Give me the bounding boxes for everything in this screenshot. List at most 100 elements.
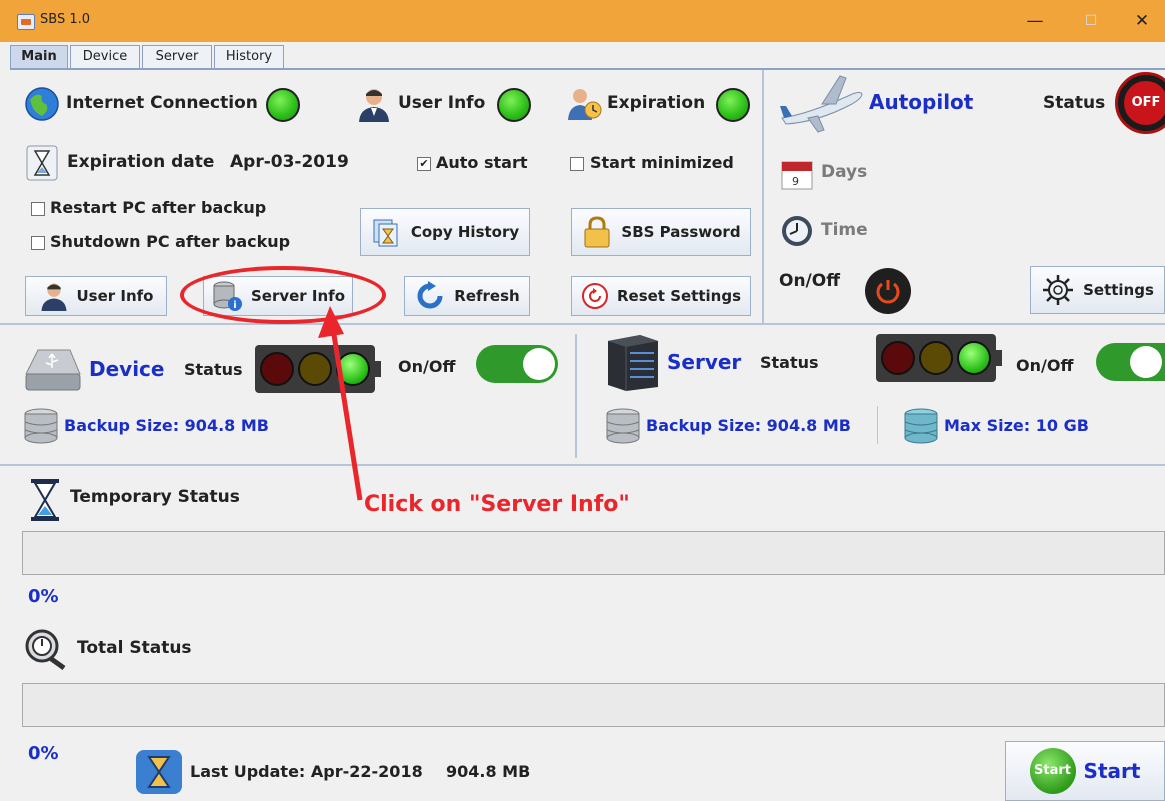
app-icon (17, 14, 35, 30)
device-backup-size: Backup Size: 904.8 MB (64, 416, 269, 435)
database-icon (24, 408, 58, 444)
internet-connection-led (266, 88, 300, 122)
internet-connection-label: Internet Connection (66, 93, 258, 113)
restart-pc-label: Restart PC after backup (50, 198, 267, 217)
settings-label: Settings (1083, 281, 1154, 299)
device-server-divider (575, 334, 577, 458)
copy-history-icon (373, 219, 398, 247)
days-label: Days (821, 162, 868, 182)
server-onoff-toggle[interactable] (1096, 343, 1165, 381)
temporary-status-progress-bar (22, 531, 1165, 575)
auto-start-label: Auto start (436, 153, 528, 172)
calendar-icon: 9 (781, 161, 813, 190)
hourglass-icon (31, 479, 59, 521)
server-onoff-label: On/Off (1016, 356, 1074, 375)
user-info-button[interactable]: User Info (25, 276, 167, 316)
autopilot-divider (762, 70, 764, 324)
device-title: Device (89, 357, 165, 381)
expiration-status-label: Expiration (607, 93, 706, 113)
device-red-light (260, 352, 294, 386)
copy-history-button[interactable]: Copy History (360, 208, 530, 256)
copy-history-label: Copy History (410, 223, 520, 241)
tab-device[interactable]: Device (70, 45, 140, 68)
title-bar: SBS 1.0 — ☐ ✕ (0, 0, 1165, 42)
shutdown-pc-checkbox[interactable] (31, 236, 45, 250)
last-update-size: 904.8 MB (446, 762, 531, 781)
server-backup-size: Backup Size: 904.8 MB (646, 416, 851, 435)
device-onoff-label: On/Off (398, 357, 456, 376)
start-icon: Start (1029, 748, 1076, 794)
window-title: SBS 1.0 (40, 12, 91, 27)
power-icon (876, 280, 900, 304)
svg-text:9: 9 (792, 175, 799, 188)
time-label: Time (821, 220, 868, 240)
hourglass-icon (26, 145, 58, 181)
refresh-label: Refresh (454, 287, 520, 305)
reset-icon (581, 283, 608, 309)
expiration-date-label: Expiration date (67, 152, 215, 172)
stopwatch-icon (25, 629, 66, 670)
user-info-button-label: User Info (76, 287, 154, 305)
power-button[interactable] (865, 268, 911, 314)
server-yellow-light (919, 341, 953, 375)
database-stack-icon (904, 408, 938, 444)
clock-icon (782, 216, 812, 246)
autopilot-onoff-label: On/Off (779, 271, 840, 291)
start-button[interactable]: Start Start (1005, 741, 1165, 801)
total-status-label: Total Status (77, 638, 192, 658)
temporary-status-percent: 0% (28, 586, 59, 607)
annotation-text: Click on "Server Info" (364, 492, 630, 517)
reset-settings-button[interactable]: Reset Settings (571, 276, 751, 316)
last-update-label: Last Update: Apr-22-2018 (190, 762, 423, 781)
server-traffic-light (876, 334, 1002, 382)
usb-drive-icon (25, 349, 81, 391)
tab-divider (10, 68, 1165, 70)
status-section-divider (0, 464, 1165, 466)
temporary-status-label: Temporary Status (70, 487, 240, 507)
server-title: Server (667, 350, 742, 374)
tab-server[interactable]: Server (142, 45, 212, 68)
start-label: Start (1083, 759, 1141, 783)
user-clock-icon (568, 89, 602, 120)
server-icon (608, 335, 658, 391)
server-red-light (881, 341, 915, 375)
start-minimized-label: Start minimized (590, 153, 734, 172)
user-info-led (497, 88, 531, 122)
size-divider (877, 406, 878, 444)
auto-start-checkbox[interactable]: ✔ (417, 157, 431, 171)
start-minimized-checkbox[interactable] (570, 157, 584, 171)
user-info-status-label: User Info (398, 93, 486, 113)
total-status-progress-bar (22, 683, 1165, 727)
device-status-label: Status (184, 360, 243, 379)
hourglass-icon (136, 750, 182, 794)
autopilot-status-label: Status (1043, 93, 1106, 113)
maximize-button[interactable]: ☐ (1076, 8, 1106, 34)
airplane-icon (780, 75, 863, 133)
server-green-light (957, 341, 991, 375)
database-icon (606, 408, 640, 444)
shutdown-pc-label: Shutdown PC after backup (50, 232, 291, 251)
refresh-button[interactable]: Refresh (404, 276, 530, 316)
expiration-date-value: Apr-03-2019 (230, 152, 349, 172)
gear-icon (1043, 275, 1074, 305)
globe-icon (25, 87, 59, 121)
tab-main[interactable]: Main (10, 45, 68, 68)
expiration-led (716, 88, 750, 122)
server-status-label: Status (760, 353, 819, 372)
settings-button[interactable]: Settings (1030, 266, 1165, 314)
server-max-size: Max Size: 10 GB (944, 416, 1089, 435)
autopilot-status-badge[interactable]: OFF (1115, 72, 1165, 134)
device-onoff-toggle[interactable] (476, 345, 558, 383)
tab-history[interactable]: History (214, 45, 284, 68)
refresh-icon (417, 281, 443, 309)
top-section-divider (0, 323, 1165, 325)
total-status-percent: 0% (28, 743, 59, 764)
reset-settings-label: Reset Settings (616, 287, 742, 305)
user-icon (359, 89, 389, 122)
minimize-button[interactable]: — (1020, 8, 1050, 34)
restart-pc-checkbox[interactable] (31, 202, 45, 216)
sbs-password-button[interactable]: SBS Password (571, 208, 751, 256)
close-button[interactable]: ✕ (1127, 8, 1157, 34)
autopilot-off-indicator: OFF (1124, 81, 1165, 125)
sbs-password-label: SBS Password (621, 223, 741, 241)
